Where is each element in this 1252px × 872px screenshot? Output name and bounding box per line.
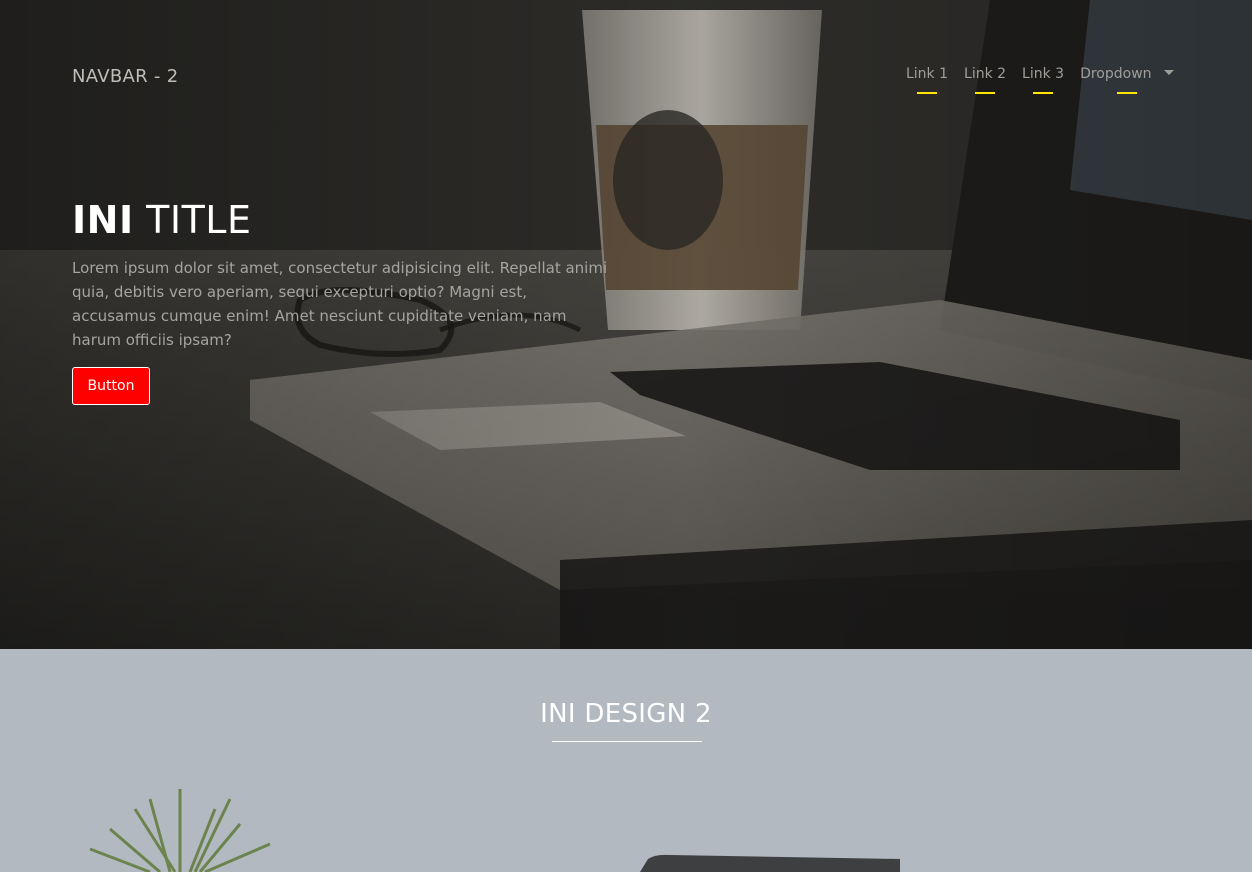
nav-link-2[interactable]: Link 2 <box>964 66 1007 94</box>
navbar-links: Link 1 Link 2 Link 3 Dropdown <box>905 66 1174 94</box>
nav-link-1[interactable]: Link 1 <box>905 66 949 94</box>
design-2-section: INI DESIGN 2 <box>0 649 1252 872</box>
nav-link-underline <box>975 92 996 94</box>
navbar-brand[interactable]: NAVBAR - 2 <box>72 66 179 87</box>
section-title-rule <box>552 741 702 742</box>
nav-link-underline <box>917 92 937 94</box>
section-background-photo <box>0 649 1252 872</box>
section-title: INI DESIGN 2 <box>540 699 712 729</box>
hero-cta-button[interactable]: Button <box>72 367 150 405</box>
nav-link-3[interactable]: Link 3 <box>1022 66 1065 94</box>
nav-link-underline <box>1117 92 1138 94</box>
hero-description: Lorem ipsum dolor sit amet, consectetur … <box>72 259 608 349</box>
nav-link-underline <box>1033 92 1054 94</box>
hero-title-rest: TITLE <box>133 198 252 242</box>
nav-dropdown-toggle[interactable]: Dropdown <box>1080 66 1174 94</box>
nav-dropdown-label: Dropdown <box>1080 66 1152 82</box>
caret-down-icon <box>1164 70 1174 75</box>
hero-title-bold: INI <box>72 198 134 242</box>
hero-section: NAVBAR - 2 Link 1 Link 2 Link 3 Dropdown… <box>0 0 1252 649</box>
nav-link-label: Link 2 <box>964 66 1007 82</box>
nav-link-label: Link 1 <box>905 66 949 82</box>
hero-title: INI TITLE <box>72 198 251 242</box>
nav-link-label: Link 3 <box>1022 66 1065 82</box>
